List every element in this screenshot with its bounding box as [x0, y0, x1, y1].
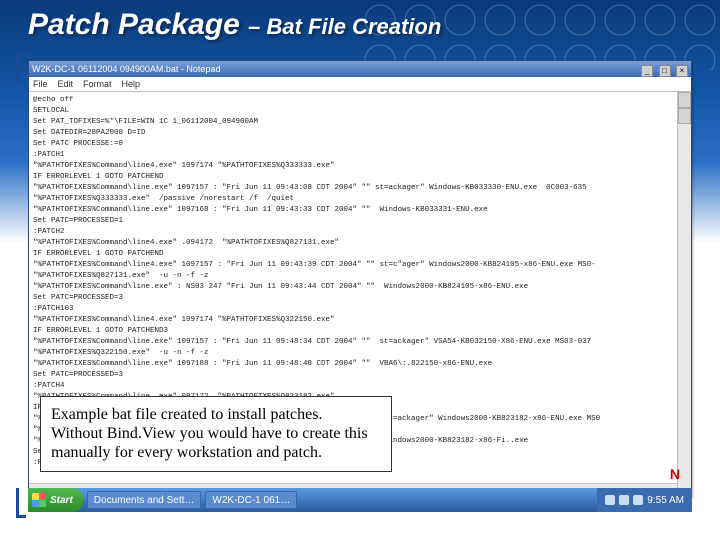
title-sub: – Bat File Creation	[248, 14, 441, 39]
menu-format[interactable]: Format	[83, 79, 112, 89]
menu-edit[interactable]: Edit	[58, 79, 74, 89]
notepad-title-text: W2K-DC-1 06112004 094900AM.bat - Notepad	[32, 64, 640, 74]
bracket-decor-bottom	[16, 488, 26, 518]
scrollbar-vertical[interactable]	[677, 92, 691, 497]
start-label: Start	[50, 495, 73, 506]
taskbar-button-label: W2K-DC-1 061…	[212, 495, 290, 506]
menu-help[interactable]: Help	[122, 79, 141, 89]
start-button[interactable]: Start	[28, 488, 83, 512]
tray-icon[interactable]	[605, 495, 615, 505]
bracket-decor-top	[16, 54, 26, 84]
taskbar-button[interactable]: Documents and Sett…	[87, 491, 202, 509]
slide-root: Patch Package – Bat File Creation W2K-DC…	[0, 0, 720, 540]
taskbar-button[interactable]: W2K-DC-1 061…	[205, 491, 297, 509]
logo-n: N	[670, 466, 680, 482]
callout-line: manually for every workstation and patch…	[51, 443, 381, 462]
tray-clock: 9:55 AM	[647, 495, 684, 506]
system-tray[interactable]: 9:55 AM	[597, 488, 692, 512]
callout-line: Example bat file created to install patc…	[51, 405, 381, 424]
notepad-menubar: File Edit Format Help	[29, 77, 691, 92]
tray-icon[interactable]	[619, 495, 629, 505]
maximize-button[interactable]: □	[659, 65, 671, 77]
taskbar-button-label: Documents and Sett…	[94, 495, 195, 506]
logo-n-text: N	[670, 466, 680, 482]
notepad-titlebar[interactable]: W2K-DC-1 06112004 094900AM.bat - Notepad…	[29, 61, 691, 77]
minimize-button[interactable]: _	[641, 65, 653, 77]
close-button[interactable]: ×	[676, 65, 688, 77]
tray-icon[interactable]	[633, 495, 643, 505]
callout-box: Example bat file created to install patc…	[40, 396, 392, 472]
windows-icon	[32, 493, 46, 507]
menu-file[interactable]: File	[33, 79, 48, 89]
title-main: Patch Package	[28, 8, 240, 41]
window-controls: _ □ ×	[640, 60, 688, 78]
callout-line: Without Bind.View you would have to crea…	[51, 424, 381, 443]
slide-title: Patch Package – Bat File Creation	[28, 8, 441, 42]
taskbar: Start Documents and Sett… W2K-DC-1 061… …	[28, 488, 692, 512]
